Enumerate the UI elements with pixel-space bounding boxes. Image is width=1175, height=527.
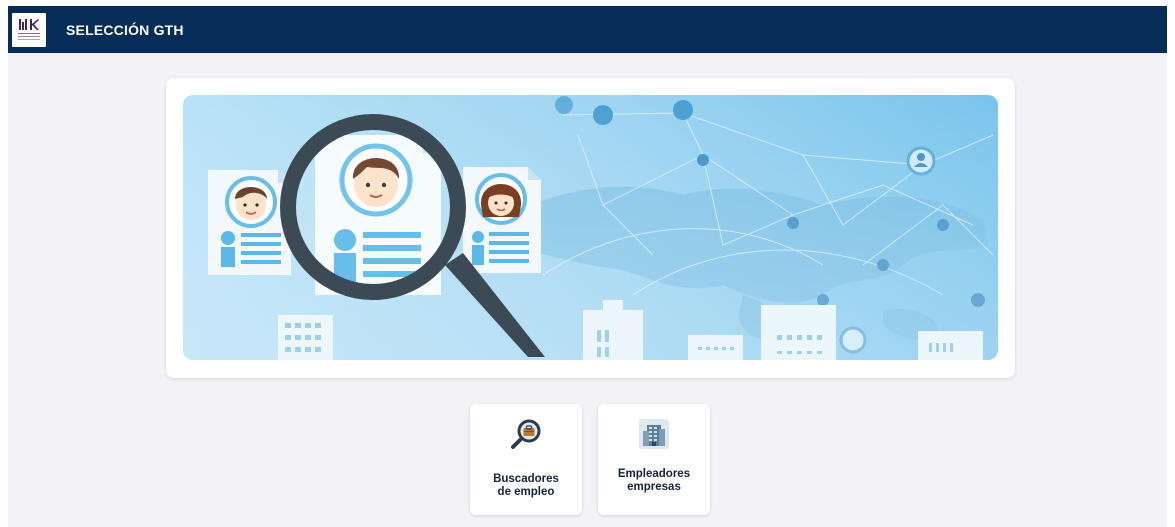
tile-label-line1: Empleadores <box>617 468 691 480</box>
tile-label-line1: Buscadores <box>493 473 559 485</box>
tile-label-line2: de empleo <box>497 486 555 498</box>
institution-logo[interactable] <box>12 12 46 47</box>
office-building-icon <box>638 418 670 450</box>
tile-label-line2: empresas <box>627 481 681 493</box>
employers-tile[interactable]: Empleadores empresas <box>598 404 710 515</box>
banner-card <box>166 78 1015 378</box>
page-frame: SELECCIÓN GTH Buscadores de empleo Emple… <box>8 6 1167 527</box>
top-bar: SELECCIÓN GTH <box>8 6 1167 53</box>
app-title: SELECCIÓN GTH <box>66 21 184 38</box>
recruitment-search-banner <box>183 95 998 360</box>
magnifier-briefcase-icon <box>510 418 542 450</box>
job-seekers-tile[interactable]: Buscadores de empleo <box>470 404 582 515</box>
